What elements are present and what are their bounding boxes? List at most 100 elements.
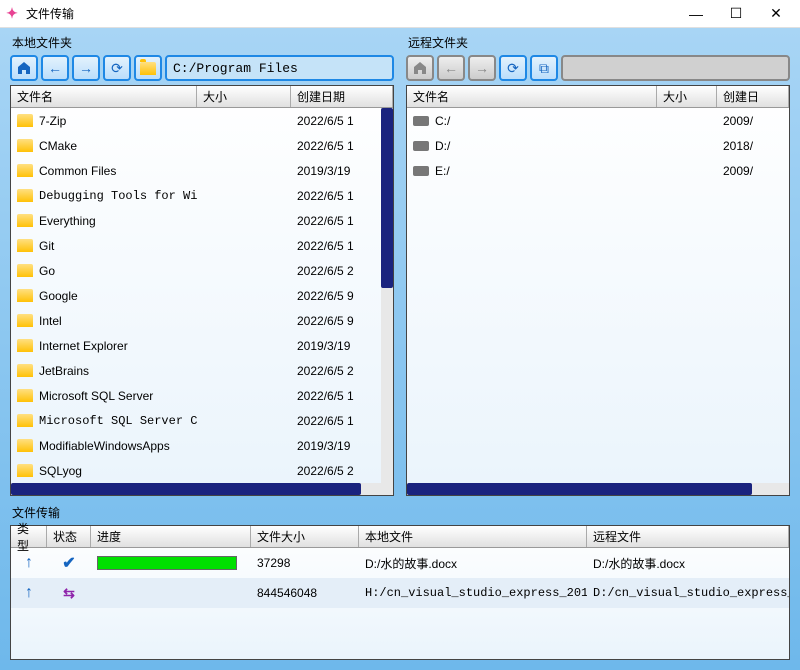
drive-name: D:/: [435, 139, 450, 153]
list-item[interactable]: JetBrains2022/6/5 2: [11, 358, 381, 383]
file-name: SQLyog: [39, 464, 82, 478]
transfer-header: 类型 状态 进度 文件大小 本地文件 远程文件: [11, 526, 789, 548]
folder-icon: [17, 439, 33, 452]
maximize-button[interactable]: ☐: [716, 1, 756, 27]
file-date: 2022/6/5 9: [291, 314, 381, 328]
file-name: Common Files: [39, 164, 116, 178]
transfer-row[interactable]: ↑⇆844546048H:/cn_visual_studio_express_2…: [11, 578, 789, 608]
list-item[interactable]: C:/2009/: [407, 108, 789, 133]
list-item[interactable]: E:/2009/: [407, 158, 789, 183]
list-item[interactable]: SQLyog2022/6/5 2: [11, 458, 381, 483]
list-item[interactable]: 7-Zip2022/6/5 1: [11, 108, 381, 133]
file-name: Everything: [39, 214, 96, 228]
transfer-list: 类型 状态 进度 文件大小 本地文件 远程文件 ↑✔37298D:/水的故事.d…: [10, 525, 790, 660]
transfer-section: 文件传输 类型 状态 进度 文件大小 本地文件 远程文件 ↑✔37298D:/水…: [10, 504, 790, 660]
list-item[interactable]: Everything 2022/6/5 1: [11, 208, 381, 233]
window-title: 文件传输: [26, 5, 676, 22]
remote-path-input[interactable]: [561, 55, 790, 81]
list-item[interactable]: Git2022/6/5 1: [11, 233, 381, 258]
col-date[interactable]: 创建日: [717, 86, 789, 107]
refresh-button[interactable]: ⟳: [103, 55, 131, 81]
home-button[interactable]: [406, 55, 434, 81]
list-item[interactable]: Go2022/6/5 2: [11, 258, 381, 283]
remote-panel-title: 远程文件夹: [406, 34, 790, 51]
remote-horizontal-scrollbar[interactable]: [407, 483, 789, 495]
file-name: CMake: [39, 139, 77, 153]
list-item[interactable]: Intel 2022/6/5 9: [11, 308, 381, 333]
folder-icon: [17, 339, 33, 352]
col-progress[interactable]: 进度: [91, 526, 251, 547]
back-button[interactable]: ←: [437, 55, 465, 81]
upload-arrow-icon: ↑: [25, 584, 33, 602]
local-vertical-scrollbar[interactable]: [381, 108, 393, 483]
local-horizontal-scrollbar[interactable]: [11, 483, 393, 495]
remote-panel: 远程文件夹 ← → ⟳ ⧉ 文件名 大小 创建日 C:/2009/D:/ 2018…: [406, 34, 790, 496]
file-date: 2022/6/5 1: [291, 139, 381, 153]
col-size[interactable]: 大小: [657, 86, 717, 107]
list-item[interactable]: CMake 2022/6/5 1: [11, 133, 381, 158]
transfer-title: 文件传输: [10, 504, 790, 521]
col-local[interactable]: 本地文件: [359, 526, 587, 547]
folder-icon: [17, 314, 33, 327]
file-name: Git: [39, 239, 54, 253]
file-name: JetBrains: [39, 364, 89, 378]
back-button[interactable]: ←: [41, 55, 69, 81]
file-name: 7-Zip: [39, 114, 66, 128]
copy-button[interactable]: ⧉: [530, 55, 558, 81]
local-file-path: D:/水的故事.docx: [359, 555, 587, 572]
refresh-button[interactable]: ⟳: [499, 55, 527, 81]
folder-icon: [17, 214, 33, 227]
list-item[interactable]: ModifiableWindowsApps2019/3/19: [11, 433, 381, 458]
file-name: Intel: [39, 314, 62, 328]
col-name[interactable]: 文件名: [407, 86, 657, 107]
folder-icon: [17, 414, 33, 427]
list-item[interactable]: Internet Explorer2019/3/19: [11, 333, 381, 358]
scrollbar-thumb[interactable]: [407, 483, 752, 495]
remote-file-path: D:/cn_visual_studio_express_2013_…: [587, 586, 789, 600]
file-date: 2022/6/5 1: [291, 189, 381, 203]
list-item[interactable]: Microsoft SQL Server2022/6/5 1: [11, 383, 381, 408]
folder-icon: [17, 264, 33, 277]
local-toolbar: ← → ⟳: [10, 55, 394, 81]
col-size[interactable]: 文件大小: [251, 526, 359, 547]
col-size[interactable]: 大小: [197, 86, 291, 107]
remote-list-header: 文件名 大小 创建日: [407, 86, 789, 108]
transfer-row[interactable]: ↑✔37298D:/水的故事.docxD:/水的故事.docx: [11, 548, 789, 578]
list-item[interactable]: D:/ 2018/: [407, 133, 789, 158]
local-panel: 本地文件夹 ← → ⟳ 文件名 大小 创建日期 7-Zip2022/6/5 1C…: [10, 34, 394, 496]
list-item[interactable]: Debugging Tools for Wi…2022/6/5 1: [11, 183, 381, 208]
col-date[interactable]: 创建日期: [291, 86, 393, 107]
file-date: 2019/3/19: [291, 164, 381, 178]
close-button[interactable]: ✕: [756, 1, 796, 27]
col-name[interactable]: 文件名: [11, 86, 197, 107]
col-remote[interactable]: 远程文件: [587, 526, 789, 547]
file-name: Microsoft SQL Server C…: [39, 414, 197, 428]
col-type[interactable]: 类型: [11, 526, 47, 547]
list-item[interactable]: Google2022/6/5 9: [11, 283, 381, 308]
scrollbar-thumb[interactable]: [381, 108, 393, 288]
file-name: ModifiableWindowsApps: [39, 439, 170, 453]
folder-icon: [17, 364, 33, 377]
open-folder-button[interactable]: [134, 55, 162, 81]
folder-icon: [17, 289, 33, 302]
drive-date: 2018/: [717, 139, 789, 153]
file-size: 844546048: [251, 586, 359, 600]
home-button[interactable]: [10, 55, 38, 81]
progress-bar: [97, 556, 237, 570]
forward-button[interactable]: →: [468, 55, 496, 81]
scrollbar-thumb[interactable]: [11, 483, 361, 495]
file-name: Microsoft SQL Server: [39, 389, 153, 403]
folder-icon: [17, 164, 33, 177]
forward-button[interactable]: →: [72, 55, 100, 81]
list-item[interactable]: Microsoft SQL Server C…2022/6/5 1: [11, 408, 381, 433]
folder-icon: [17, 139, 33, 152]
col-status[interactable]: 状态: [47, 526, 91, 547]
drive-date: 2009/: [717, 164, 789, 178]
list-item[interactable]: Common Files 2019/3/19: [11, 158, 381, 183]
file-date: 2022/6/5 1: [291, 214, 381, 228]
minimize-button[interactable]: —: [676, 1, 716, 27]
local-path-input[interactable]: [165, 55, 394, 81]
drive-icon: [413, 141, 429, 151]
drive-date: 2009/: [717, 114, 789, 128]
folder-icon: [17, 189, 33, 202]
